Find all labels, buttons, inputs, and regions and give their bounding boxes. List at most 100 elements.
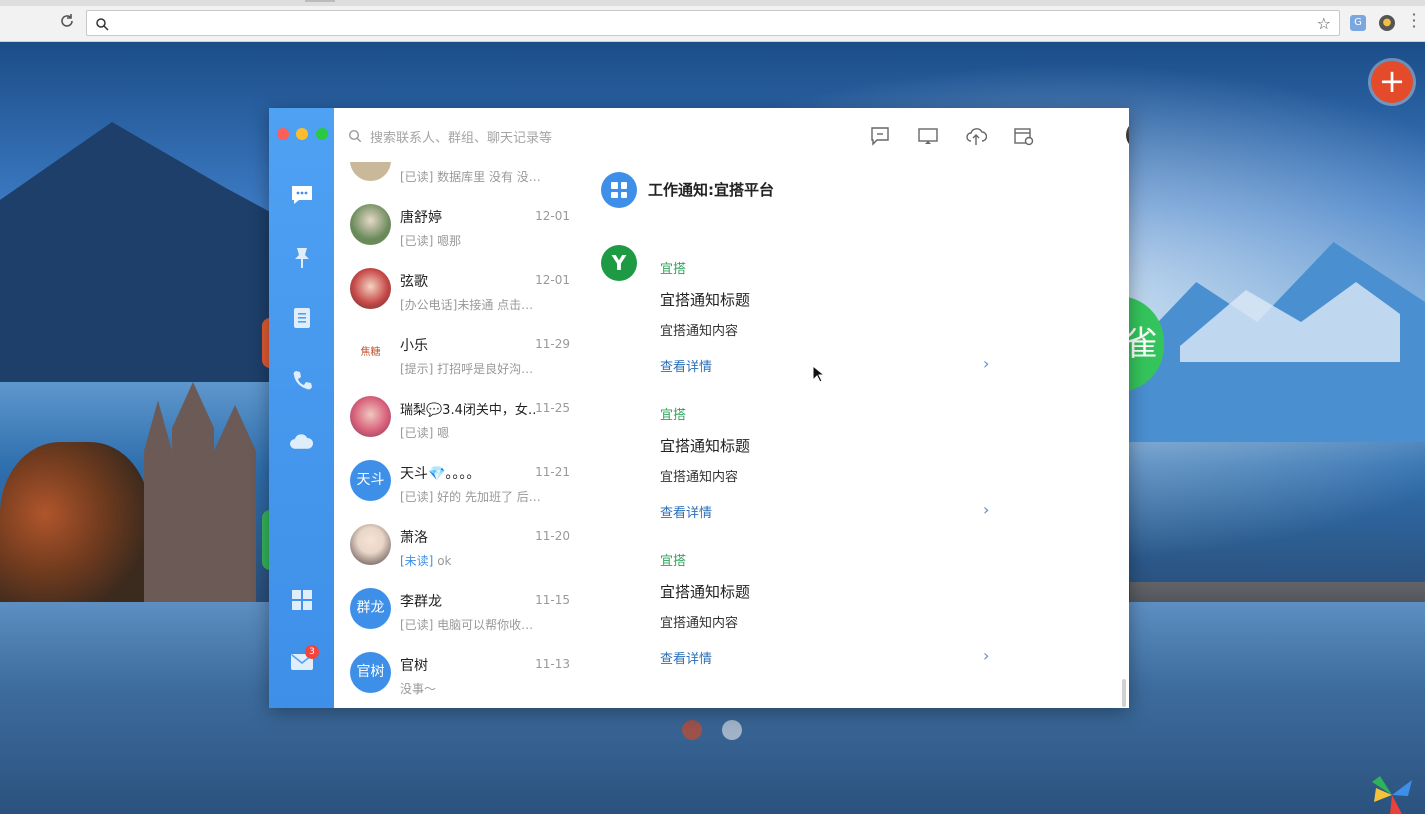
conversation-preview: [已读] 好的 先加班了 后…	[400, 490, 541, 504]
conversation-date: 11-13	[535, 657, 570, 671]
browser-toolbar: ☆ G ● · · ·	[0, 0, 1425, 42]
conversation-name: 李群龙	[400, 594, 442, 610]
list-item[interactable]: 唐舒婷 12-01 [已读] 嗯那	[334, 194, 582, 258]
close-window-button[interactable]	[277, 128, 289, 140]
avatar: 群龙	[350, 588, 391, 629]
view-details-link[interactable]: 查看详情	[660, 356, 712, 375]
conversation-preview: [已读] 嗯	[400, 426, 450, 440]
reload-icon[interactable]	[58, 13, 76, 31]
work-notice-icon	[601, 172, 637, 208]
message-sender: 宜搭	[660, 408, 687, 423]
chevron-right-icon[interactable]: ›	[983, 354, 989, 373]
avatar	[350, 268, 391, 309]
minimize-window-button[interactable]	[296, 128, 308, 140]
tab-edge[interactable]	[305, 0, 335, 2]
message-title: 宜搭通知标题	[660, 437, 751, 455]
message-sender: 宜搭	[660, 262, 687, 277]
message-body: 宜搭通知内容	[660, 324, 739, 339]
conversation-date: 11-20	[535, 529, 570, 543]
conversation-list: [已读] 数据库里 没有 没… 唐舒婷 12-01 [已读] 嗯那 弦歌 12-…	[334, 162, 582, 708]
pager-dot[interactable]	[682, 720, 702, 740]
notification-card: 宜搭 宜搭通知标题 宜搭通知内容 查看详情 ›	[660, 550, 1000, 690]
search-icon	[95, 16, 109, 31]
list-item[interactable]: 官树 官树 11-13 没事～	[334, 642, 582, 706]
new-chat-icon[interactable]	[869, 125, 891, 147]
message-title: 宜搭通知标题	[660, 291, 751, 309]
conversation-preview: [已读] 电脑可以帮你收…	[400, 618, 534, 632]
chat-title: 工作通知:宜搭平台	[648, 181, 774, 199]
contacts-icon[interactable]	[289, 305, 314, 330]
avatar	[350, 204, 391, 245]
cloud-icon[interactable]	[289, 428, 314, 453]
list-item[interactable]: 天斗 天斗💎。。。。 11-21 [已读] 好的 先加班了 后…	[334, 450, 582, 514]
conversation-name: 小乐	[400, 338, 428, 354]
translate-extension-icon[interactable]: G	[1350, 15, 1366, 31]
search-icon	[348, 128, 362, 143]
list-item[interactable]: [已读] 数据库里 没有 没…	[334, 162, 582, 194]
pager-dots	[682, 720, 742, 740]
avatar	[350, 162, 391, 181]
conversation-date: 11-29	[535, 337, 570, 351]
address-bar[interactable]: ☆	[86, 10, 1340, 36]
left-nav-rail: 3	[269, 108, 334, 708]
conversation-date: 11-21	[535, 465, 570, 479]
list-item[interactable]: 弦歌 12-01 [办公电话]未接通 点击…	[334, 258, 582, 322]
conversation-name: 唐舒婷	[400, 210, 442, 226]
apps-icon[interactable]	[289, 587, 314, 612]
browser-menu-icon[interactable]: · · ·	[1410, 7, 1418, 35]
unread-tag: [未读]	[400, 554, 434, 568]
scrollbar[interactable]	[1122, 679, 1126, 707]
conversation-preview: [办公电话]未接通 点击…	[400, 298, 534, 312]
list-item[interactable]: 萧洛 11-20 [未读] ok	[334, 514, 582, 578]
chevron-right-icon[interactable]: ›	[983, 500, 989, 519]
list-item[interactable]: 瑞梨💬3.4闭关中，女… 11-25 [已读] 嗯	[334, 386, 582, 450]
avatar: 焦糖	[350, 332, 391, 373]
mail-unread-badge: 3	[305, 645, 319, 659]
conversation-date: 11-15	[535, 593, 570, 607]
conversation-date: 11-25	[535, 401, 570, 415]
cloud-upload-icon[interactable]	[965, 125, 988, 147]
tab-strip	[0, 0, 1425, 6]
message-icon[interactable]	[289, 182, 314, 207]
pin-icon[interactable]	[289, 245, 314, 270]
list-item[interactable]: 群龙 李群龙 11-15 [已读] 电脑可以帮你收…	[334, 578, 582, 642]
extension-icon[interactable]: ●	[1379, 15, 1395, 31]
sender-avatar[interactable]: Y	[601, 245, 637, 281]
chevron-right-icon[interactable]: ›	[983, 646, 989, 665]
conversation-name: 萧洛	[400, 530, 428, 546]
wallpaper-castle	[144, 382, 256, 612]
message-body: 宜搭通知内容	[660, 616, 739, 631]
conversation-name: 瑞梨💬3.4闭关中，女…	[400, 403, 538, 418]
phone-icon[interactable]	[289, 367, 314, 392]
conversation-name: 天斗💎。。。。	[400, 466, 481, 482]
mouse-cursor-icon	[812, 364, 826, 383]
avatar: 官树	[350, 652, 391, 693]
maximize-window-button[interactable]	[316, 128, 328, 140]
conversation-preview: [提示] 打招呼是良好沟…	[400, 362, 534, 376]
star-icon[interactable]: ☆	[1317, 14, 1331, 33]
notification-card: 宜搭 宜搭通知标题 宜搭通知内容 查看详情 ›	[660, 258, 1000, 398]
message-body: 宜搭通知内容	[660, 470, 739, 485]
user-avatar[interactable]	[1126, 120, 1129, 150]
wallpaper-trees	[0, 442, 150, 622]
conversation-preview: [已读] 数据库里 没有 没…	[400, 170, 541, 184]
settings-calendar-icon[interactable]	[1013, 125, 1035, 147]
conversation-date: 12-01	[535, 209, 570, 223]
conversation-date: 12-01	[535, 273, 570, 287]
preview-text: ok	[433, 554, 452, 568]
conversation-preview: [已读] 嗯那	[400, 234, 462, 248]
pinwheel-logo-icon	[1372, 776, 1412, 814]
search-input[interactable]: 搜索联系人、群组、聊天记录等	[370, 127, 552, 146]
list-item[interactable]: 焦糖 小乐 11-29 [提示] 打招呼是良好沟…	[334, 322, 582, 386]
conversation-preview: 没事～	[400, 682, 437, 696]
avatar	[350, 524, 391, 565]
add-button[interactable]: +	[1371, 61, 1413, 103]
messaging-app-window: 3 搜索联系人、群组、聊天记录等 ▼ [已读] 数据库里 没有 没… 唐舒婷	[269, 108, 1129, 708]
view-details-link[interactable]: 查看详情	[660, 648, 712, 667]
message-sender: 宜搭	[660, 554, 687, 569]
pager-dot[interactable]	[722, 720, 742, 740]
screen-share-icon[interactable]	[917, 125, 939, 147]
view-details-link[interactable]: 查看详情	[660, 502, 712, 521]
top-bar: 搜索联系人、群组、聊天记录等 ▼	[334, 108, 1129, 162]
avatar: 天斗	[350, 460, 391, 501]
